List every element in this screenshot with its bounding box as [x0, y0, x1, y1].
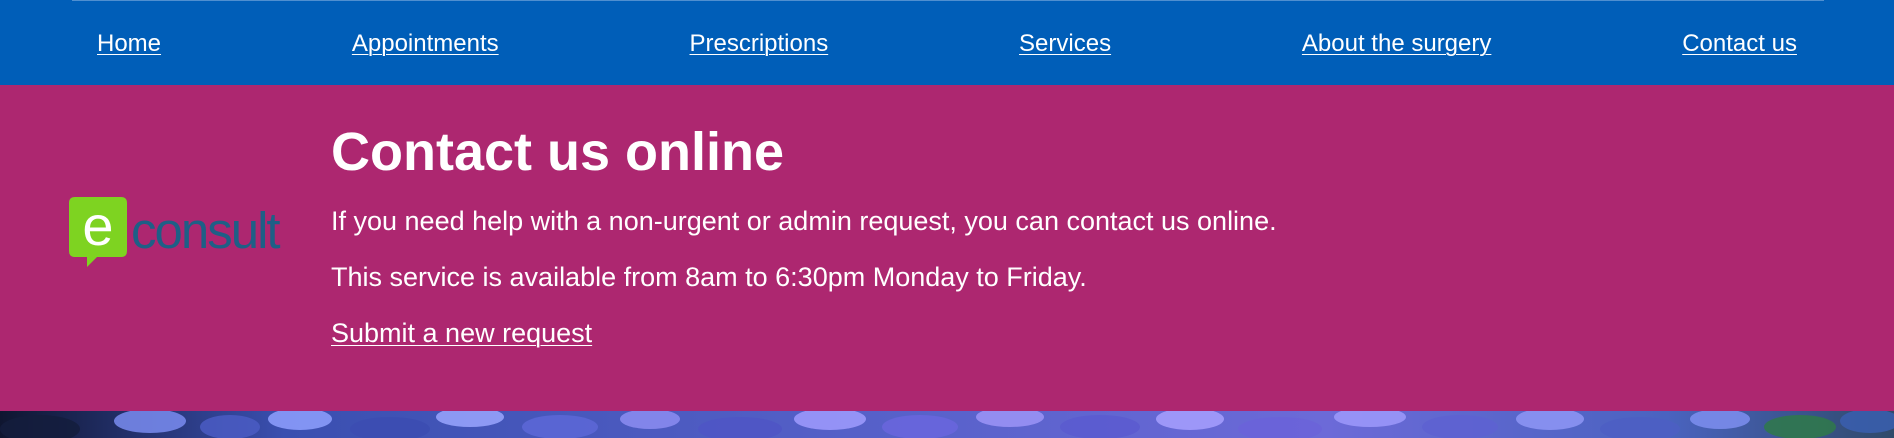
- nav-item-prescriptions: Prescriptions: [689, 30, 828, 58]
- nav-list: Home Appointments Prescriptions Services…: [97, 30, 1797, 58]
- nav-item-about: About the surgery: [1302, 30, 1491, 58]
- contact-description: If you need help with a non-urgent or ad…: [331, 206, 1277, 236]
- nav-divider: [72, 0, 1824, 1]
- contact-online-banner: e consult Contact us online If you need …: [0, 85, 1894, 411]
- nav-item-contact: Contact us: [1682, 30, 1797, 58]
- main-navigation: Home Appointments Prescriptions Services…: [0, 0, 1894, 85]
- nav-link-services[interactable]: Services: [1019, 30, 1111, 57]
- nav-item-home: Home: [97, 30, 161, 58]
- contact-title: Contact us online: [331, 122, 785, 182]
- nav-link-prescriptions[interactable]: Prescriptions: [689, 30, 828, 57]
- nav-item-services: Services: [1019, 30, 1111, 58]
- contact-content: Contact us online If you need help with …: [331, 120, 1731, 349]
- nav-item-appointments: Appointments: [352, 30, 499, 58]
- page: Home Appointments Prescriptions Services…: [0, 0, 1894, 438]
- hydrangea-flowers-photo: [0, 411, 1894, 438]
- nav-link-home[interactable]: Home: [97, 30, 161, 57]
- submit-request-link[interactable]: Submit a new request: [331, 317, 592, 349]
- econsult-speech-bubble-icon: e: [69, 197, 127, 267]
- econsult-logo-letter: e: [82, 197, 113, 257]
- hydrangea-image: [0, 411, 1894, 438]
- nav-link-contact[interactable]: Contact us: [1682, 30, 1797, 57]
- econsult-logo: e consult: [69, 197, 299, 269]
- econsult-logo-wordmark: consult: [131, 202, 281, 259]
- nav-link-appointments[interactable]: Appointments: [352, 30, 499, 57]
- nav-link-about[interactable]: About the surgery: [1302, 30, 1491, 57]
- contact-hours: This service is available from 8am to 6:…: [331, 262, 1087, 292]
